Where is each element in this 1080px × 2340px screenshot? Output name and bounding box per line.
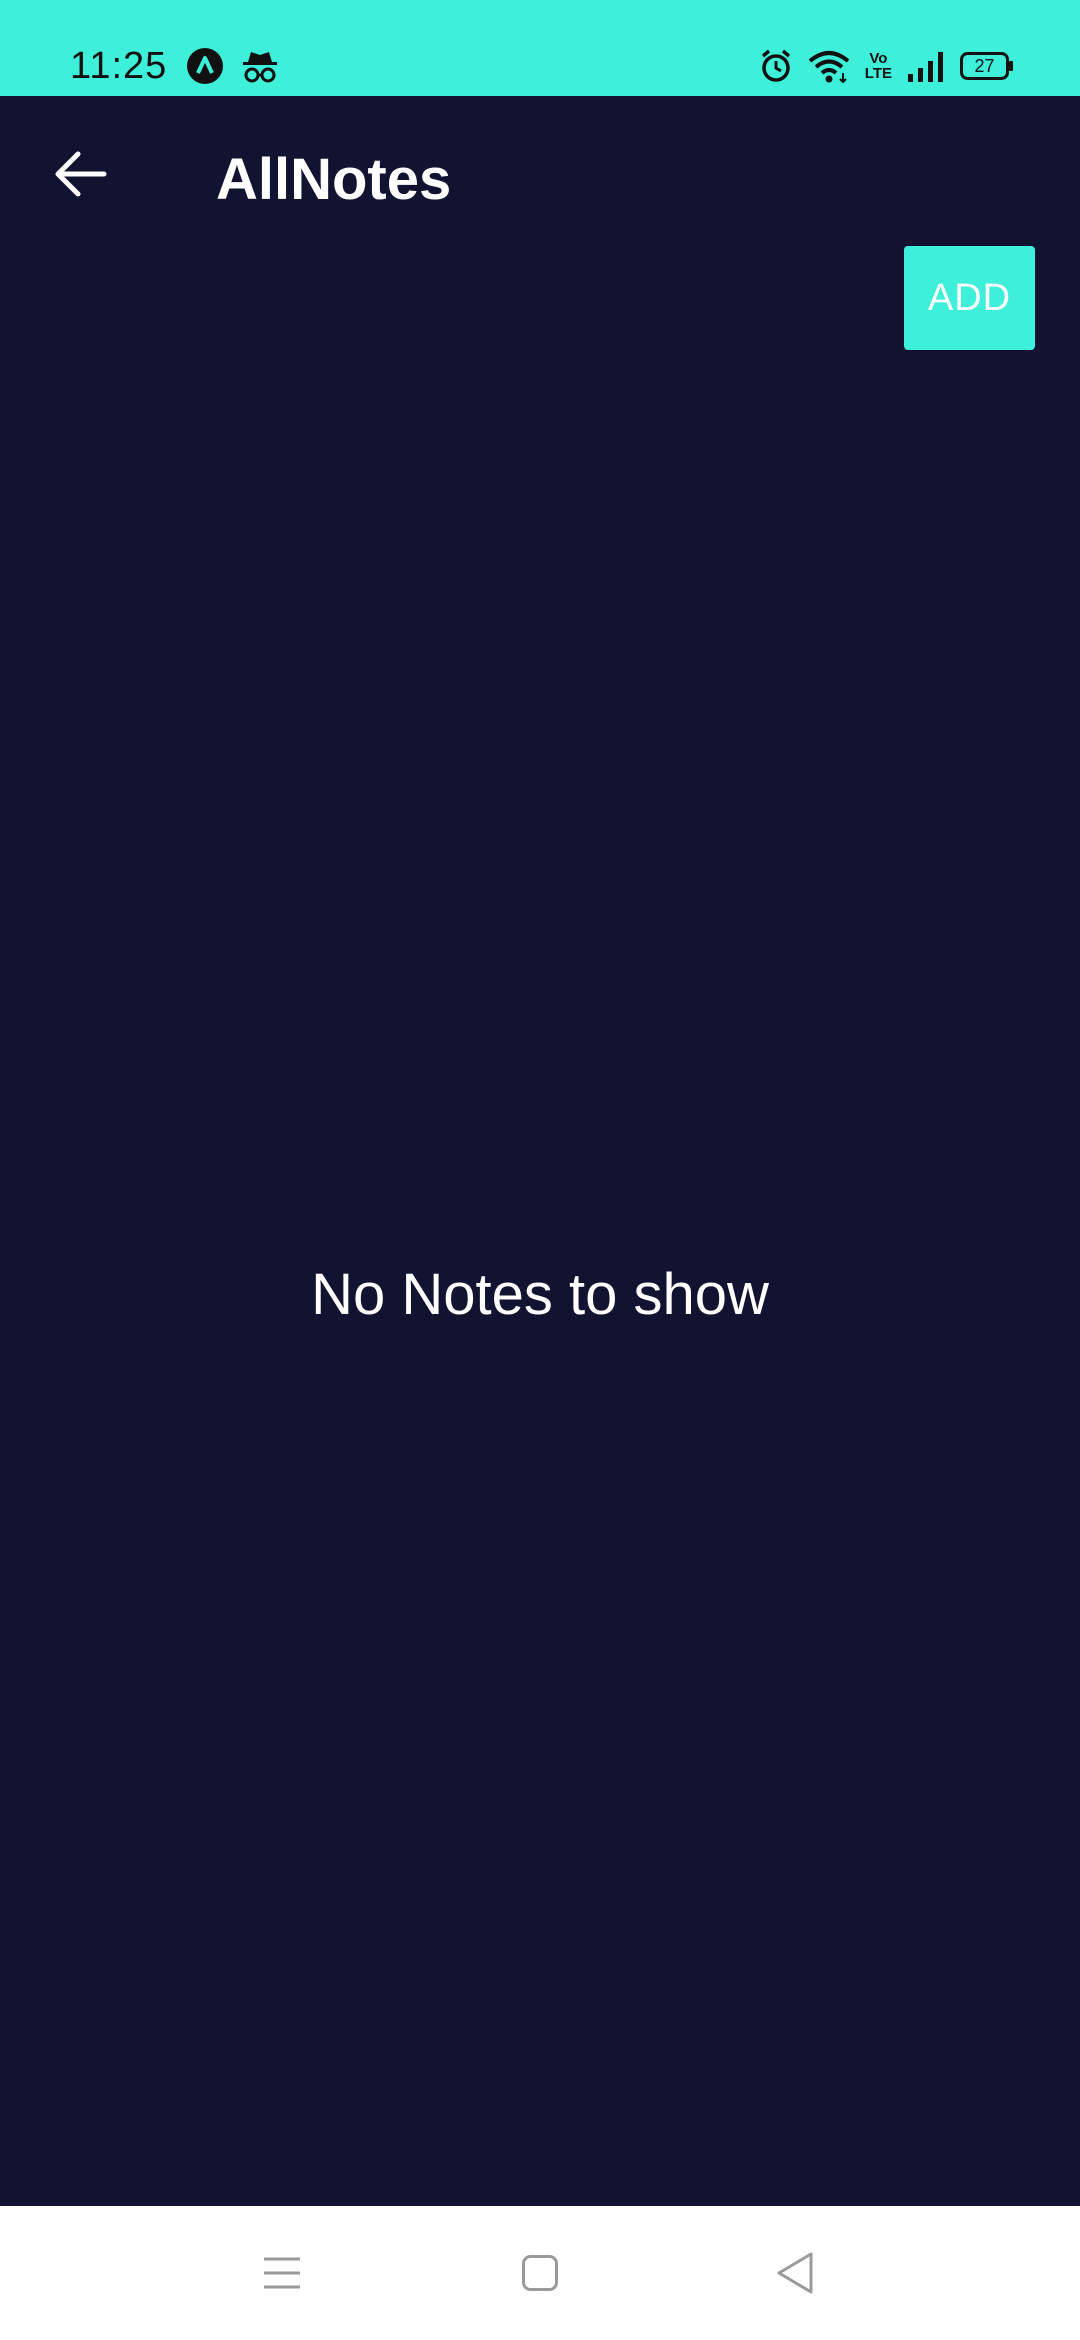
- system-back-button[interactable]: [760, 2240, 830, 2310]
- system-navigation-bar: [0, 2206, 1080, 2340]
- incognito-icon: [240, 48, 280, 84]
- arrow-left-icon: [52, 150, 108, 203]
- volte-icon: Vo LTE: [865, 51, 892, 81]
- signal-icon: [906, 50, 946, 82]
- wifi-icon: [807, 49, 851, 83]
- volte-label-bottom: LTE: [864, 65, 892, 82]
- status-left-icons: [186, 47, 280, 85]
- status-time: 11:25: [70, 45, 168, 87]
- add-note-button[interactable]: ADD: [904, 246, 1035, 350]
- page-title: AllNotes: [216, 147, 452, 212]
- menu-icon: [262, 2256, 302, 2295]
- recent-apps-button[interactable]: [247, 2240, 317, 2310]
- back-triangle-icon: [775, 2251, 815, 2300]
- battery-icon: 27: [960, 52, 1014, 80]
- home-button[interactable]: [505, 2240, 575, 2310]
- battery-level: 27: [974, 56, 995, 76]
- app-bar: AllNotes: [0, 96, 1080, 266]
- empty-state-message: No Notes to show: [311, 1262, 769, 1327]
- alarm-icon: [759, 48, 793, 84]
- home-icon: [521, 2254, 559, 2297]
- notes-screen: 11:25 Vo LTE 27 AllNotes ADD No Notes to…: [0, 0, 1080, 2340]
- status-right-icons: Vo LTE 27: [759, 48, 1014, 84]
- app-logo-icon: [186, 47, 224, 85]
- volte-label-top: Vo: [869, 50, 888, 67]
- status-bar: 11:25 Vo LTE 27: [0, 0, 1080, 96]
- back-button[interactable]: [40, 136, 120, 216]
